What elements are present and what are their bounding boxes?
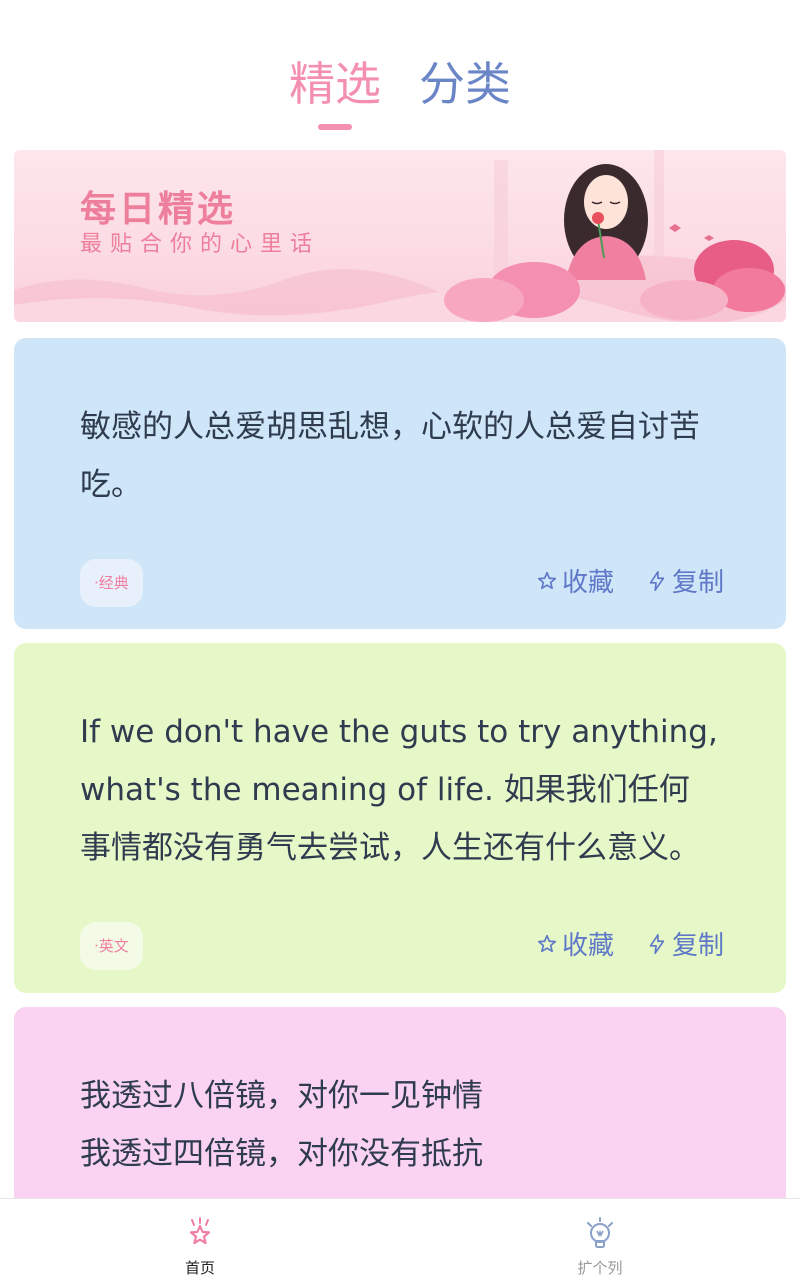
- copy-label: 复制: [672, 931, 725, 961]
- quote-card[interactable]: If we don't have the guts to try anythin…: [14, 643, 786, 993]
- quote-line: 我透过四倍镜，对你没有抵抗: [80, 1136, 483, 1172]
- copy-button[interactable]: 复制: [646, 562, 724, 599]
- tab-featured-label: 精选: [289, 57, 381, 111]
- banner-subtitle: 最贴合你的心里话: [80, 232, 321, 257]
- lightbulb-icon: [587, 1217, 613, 1248]
- lightning-icon: [649, 570, 665, 591]
- copy-label: 复制: [672, 568, 725, 598]
- nav-expand-label: 扩个列: [577, 1259, 623, 1277]
- star-icon: [537, 571, 557, 589]
- favorite-label: 收藏: [562, 931, 615, 961]
- star-icon: [537, 934, 557, 952]
- banner-title: 每日精选: [80, 188, 237, 230]
- quote-card[interactable]: 我透过八倍镜，对你一见钟情 我透过四倍镜，对你没有抵抗: [14, 1007, 786, 1207]
- tab-categories[interactable]: 分类: [419, 52, 511, 132]
- favorite-label: 收藏: [562, 568, 615, 598]
- favorite-button[interactable]: 收藏: [536, 925, 614, 962]
- quote-line: 我透过八倍镜，对你一见钟情: [80, 1078, 483, 1114]
- quote-text: If we don't have the guts to try anythin…: [80, 714, 718, 866]
- tab-categories-label: 分类: [419, 57, 511, 111]
- active-tab-indicator: [318, 124, 352, 130]
- top-tab-bar: 精选 分类: [0, 52, 800, 132]
- bottom-navigation: 首页 扩个列: [0, 1198, 800, 1280]
- nav-home-label: 首页: [184, 1259, 215, 1277]
- copy-button[interactable]: 复制: [646, 925, 724, 962]
- favorite-button[interactable]: 收藏: [536, 562, 614, 599]
- star-home-icon: [189, 1217, 211, 1245]
- quote-tag: ·经典: [80, 559, 143, 607]
- nav-expand[interactable]: 扩个列: [540, 1217, 660, 1278]
- quote-text: 敏感的人总爱胡思乱想，心软的人总爱自讨苦吃。: [80, 409, 700, 503]
- nav-home[interactable]: 首页: [140, 1217, 260, 1278]
- quote-text: 我透过八倍镜，对你一见钟情 我透过四倍镜，对你没有抵抗: [80, 1067, 720, 1183]
- quote-card[interactable]: 敏感的人总爱胡思乱想，心软的人总爱自讨苦吃。 ·经典 收藏 复制: [14, 338, 786, 629]
- lightning-icon: [649, 933, 665, 954]
- tab-featured[interactable]: 精选: [289, 52, 381, 132]
- daily-featured-banner[interactable]: 每日精选 最贴合你的心里话: [14, 150, 786, 322]
- quote-tag: ·英文: [80, 922, 143, 970]
